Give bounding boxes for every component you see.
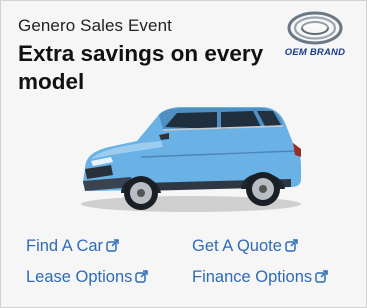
find-a-car-link[interactable]: Find A Car <box>26 237 119 256</box>
external-link-icon <box>315 270 328 283</box>
suv-car-image <box>81 107 301 212</box>
brand-name: OEM BRAND <box>284 47 346 58</box>
external-link-icon <box>135 270 149 283</box>
brand-emblem-icon <box>287 11 343 45</box>
finance-options-link[interactable]: Finance Options <box>192 268 328 287</box>
headline: Extra savings on every model <box>18 41 264 94</box>
lease-options-link[interactable]: Lease Options <box>26 268 149 287</box>
external-link-icon <box>106 239 119 252</box>
brand-logo[interactable]: OEM BRAND <box>275 11 355 63</box>
ad-banner[interactable]: Genero Sales Event Extra savings on ever… <box>0 0 367 308</box>
event-title: Genero Sales Event <box>18 16 172 35</box>
get-a-quote-link[interactable]: Get A Quote <box>192 237 298 256</box>
external-link-icon <box>285 239 298 252</box>
